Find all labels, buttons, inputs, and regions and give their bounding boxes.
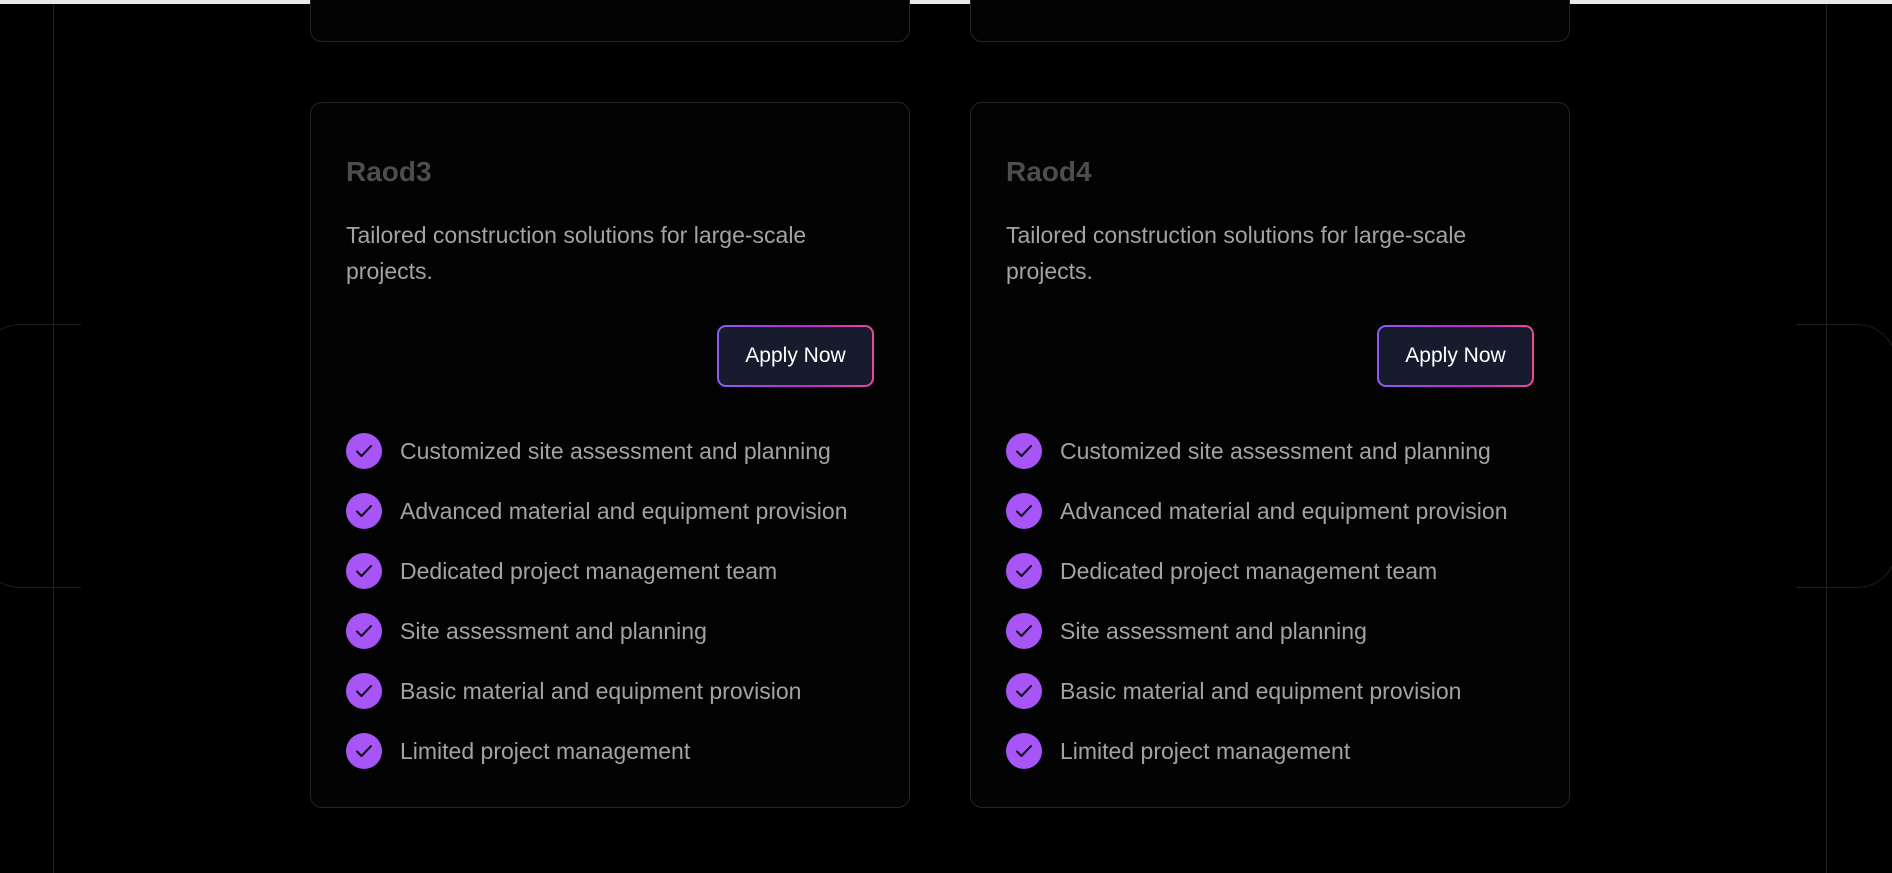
feature-list: Customized site assessment and planning … bbox=[346, 421, 848, 781]
feature-label: Advanced material and equipment provisio… bbox=[1060, 497, 1508, 524]
check-circle-icon bbox=[346, 733, 382, 769]
check-circle-icon bbox=[346, 553, 382, 589]
decorative-frame-right bbox=[1796, 324, 1892, 588]
plan-description: Tailored construction solutions for larg… bbox=[346, 222, 807, 284]
feature-label: Limited project management bbox=[400, 737, 691, 764]
feature-item: Basic material and equipment provision bbox=[1006, 661, 1508, 721]
feature-item: Customized site assessment and planning bbox=[1006, 421, 1508, 481]
feature-label: Customized site assessment and planning bbox=[1060, 437, 1491, 464]
plan-card-raod3: Raod3 Tailored construction solutions fo… bbox=[310, 102, 910, 808]
apply-now-label: Apply Now bbox=[719, 327, 872, 385]
window-top-edge bbox=[0, 0, 1892, 4]
feature-label: Basic material and equipment provision bbox=[400, 677, 802, 704]
feature-label: Advanced material and equipment provisio… bbox=[400, 497, 848, 524]
feature-label: Basic material and equipment provision bbox=[1060, 677, 1462, 704]
check-circle-icon bbox=[346, 493, 382, 529]
apply-now-button[interactable]: Apply Now bbox=[717, 325, 874, 387]
feature-label: Customized site assessment and planning bbox=[400, 437, 831, 464]
plan-title: Raod3 bbox=[346, 156, 432, 187]
feature-item: Site assessment and planning bbox=[1006, 601, 1508, 661]
feature-label: Dedicated project management team bbox=[1060, 557, 1438, 584]
feature-item: Limited project management bbox=[1006, 721, 1508, 781]
feature-item: Basic material and equipment provision bbox=[346, 661, 848, 721]
feature-label: Site assessment and planning bbox=[1060, 617, 1367, 644]
feature-item: Customized site assessment and planning bbox=[346, 421, 848, 481]
feature-item: Limited project management bbox=[346, 721, 848, 781]
check-circle-icon bbox=[1006, 553, 1042, 589]
feature-item: Advanced material and equipment provisio… bbox=[1006, 481, 1508, 541]
check-circle-icon bbox=[1006, 493, 1042, 529]
apply-now-label: Apply Now bbox=[1379, 327, 1532, 385]
decorative-frame-left bbox=[0, 324, 81, 588]
feature-label: Limited project management bbox=[1060, 737, 1351, 764]
check-circle-icon bbox=[346, 613, 382, 649]
check-circle-icon bbox=[346, 433, 382, 469]
check-circle-icon bbox=[346, 673, 382, 709]
plan-card-previous-1 bbox=[310, 0, 910, 42]
feature-label: Dedicated project management team bbox=[400, 557, 778, 584]
check-circle-icon bbox=[1006, 733, 1042, 769]
plan-title: Raod4 bbox=[1006, 156, 1092, 187]
plan-description: Tailored construction solutions for larg… bbox=[1006, 222, 1467, 284]
feature-label: Site assessment and planning bbox=[400, 617, 707, 644]
apply-now-button[interactable]: Apply Now bbox=[1377, 325, 1534, 387]
feature-item: Advanced material and equipment provisio… bbox=[346, 481, 848, 541]
check-circle-icon bbox=[1006, 673, 1042, 709]
feature-item: Site assessment and planning bbox=[346, 601, 848, 661]
plan-card-previous-2 bbox=[970, 0, 1570, 42]
pricing-section: Raod3 Tailored construction solutions fo… bbox=[0, 0, 1892, 873]
check-circle-icon bbox=[1006, 613, 1042, 649]
check-circle-icon bbox=[1006, 433, 1042, 469]
feature-item: Dedicated project management team bbox=[346, 541, 848, 601]
feature-list: Customized site assessment and planning … bbox=[1006, 421, 1508, 781]
feature-item: Dedicated project management team bbox=[1006, 541, 1508, 601]
plan-card-raod4: Raod4 Tailored construction solutions fo… bbox=[970, 102, 1570, 808]
